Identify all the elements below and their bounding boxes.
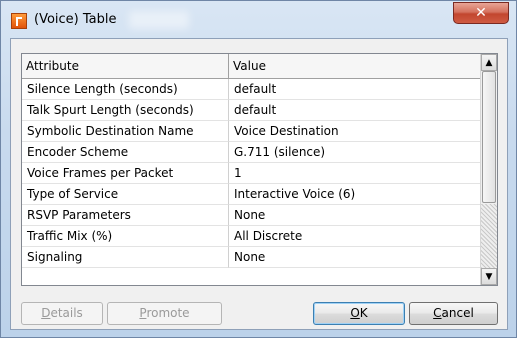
value-cell[interactable]: 1 bbox=[229, 163, 481, 184]
attribute-cell: Signaling bbox=[22, 247, 229, 268]
column-header-value[interactable]: Value bbox=[229, 54, 481, 79]
cancel-button[interactable]: Cancel bbox=[409, 302, 498, 325]
dialog-client-area: Attribute Value Silence Length (seconds)… bbox=[10, 38, 508, 330]
scroll-down-button[interactable]: ▼ bbox=[481, 268, 497, 285]
attribute-cell: RSVP Parameters bbox=[22, 205, 229, 226]
app-icon bbox=[11, 13, 27, 29]
details-label: etails bbox=[50, 306, 83, 320]
promote-label: romote bbox=[146, 306, 190, 320]
details-button[interactable]: Details bbox=[21, 302, 103, 325]
column-header-attribute[interactable]: Attribute bbox=[22, 54, 229, 79]
table-row[interactable]: Silence Length (seconds) default bbox=[22, 79, 481, 100]
scrollbar-track-hatch bbox=[481, 204, 497, 268]
table-row[interactable]: Talk Spurt Length (seconds) default bbox=[22, 100, 481, 121]
value-cell[interactable]: Voice Destination bbox=[229, 121, 481, 142]
table-row[interactable]: Signaling None bbox=[22, 247, 481, 268]
table-row[interactable]: RSVP Parameters None bbox=[22, 205, 481, 226]
attribute-table: Attribute Value Silence Length (seconds)… bbox=[21, 53, 498, 286]
value-cell[interactable]: None bbox=[229, 205, 481, 226]
promote-button[interactable]: Promote bbox=[107, 302, 222, 325]
table-row[interactable]: Encoder Scheme G.711 (silence) bbox=[22, 142, 481, 163]
close-button[interactable]: ✕ bbox=[453, 2, 509, 24]
table-row[interactable]: Symbolic Destination Name Voice Destinat… bbox=[22, 121, 481, 142]
attribute-cell: Silence Length (seconds) bbox=[22, 79, 229, 100]
dialog-window: (Voice) Table ✕ Attribute Value Silence … bbox=[0, 0, 517, 338]
attribute-cell: Symbolic Destination Name bbox=[22, 121, 229, 142]
chevron-down-icon: ▼ bbox=[485, 271, 493, 282]
value-cell[interactable]: default bbox=[229, 79, 481, 100]
value-cell[interactable]: None bbox=[229, 247, 481, 268]
vertical-scrollbar[interactable]: ▲ ▼ bbox=[480, 54, 497, 285]
value-cell[interactable]: All Discrete bbox=[229, 226, 481, 247]
table-row[interactable]: Voice Frames per Packet 1 bbox=[22, 163, 481, 184]
window-title: (Voice) Table bbox=[34, 12, 117, 27]
attribute-cell: Traffic Mix (%) bbox=[22, 226, 229, 247]
attribute-cell: Talk Spurt Length (seconds) bbox=[22, 100, 229, 121]
value-cell[interactable]: G.711 (silence) bbox=[229, 142, 481, 163]
title-bar[interactable]: (Voice) Table ✕ bbox=[1, 1, 516, 37]
scrollbar-thumb[interactable] bbox=[482, 71, 496, 203]
cancel-mnemonic: C bbox=[433, 306, 442, 320]
attribute-cell: Type of Service bbox=[22, 184, 229, 205]
value-cell[interactable]: Interactive Voice (6) bbox=[229, 184, 481, 205]
close-icon: ✕ bbox=[475, 5, 487, 21]
ok-label: K bbox=[359, 306, 368, 320]
chevron-up-icon: ▲ bbox=[485, 57, 493, 68]
attribute-cell: Encoder Scheme bbox=[22, 142, 229, 163]
ok-mnemonic: O bbox=[350, 306, 360, 320]
scroll-up-button[interactable]: ▲ bbox=[481, 54, 497, 71]
table-row[interactable]: Traffic Mix (%) All Discrete bbox=[22, 226, 481, 247]
value-cell[interactable]: default bbox=[229, 100, 481, 121]
ok-button[interactable]: OK bbox=[313, 302, 405, 325]
title-glass-reflection bbox=[129, 11, 189, 29]
attribute-cell: Voice Frames per Packet bbox=[22, 163, 229, 184]
cancel-label: ancel bbox=[441, 306, 474, 320]
table-row[interactable]: Type of Service Interactive Voice (6) bbox=[22, 184, 481, 205]
